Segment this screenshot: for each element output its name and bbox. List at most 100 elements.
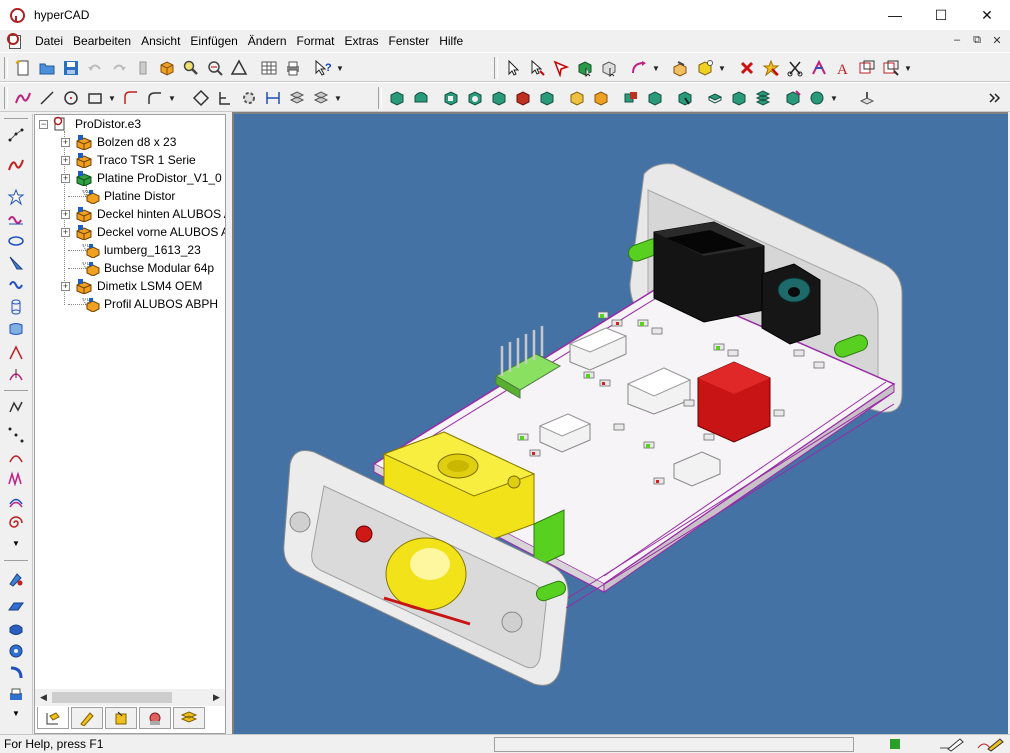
menu-fenster[interactable]: Fenster — [384, 30, 435, 52]
menu-bearbeiten[interactable]: Bearbeiten — [68, 30, 136, 52]
measure-icon[interactable] — [204, 57, 226, 79]
expand-icon[interactable]: + — [61, 155, 70, 165]
scroll-thumb[interactable] — [52, 692, 172, 703]
triangle-icon[interactable] — [228, 57, 250, 79]
tab-stack[interactable] — [173, 707, 205, 729]
solid10-icon[interactable] — [620, 87, 642, 109]
tab-features[interactable] — [71, 707, 103, 729]
solid9-icon[interactable] — [590, 87, 612, 109]
star-icon[interactable] — [5, 186, 27, 208]
expand-icon[interactable]: + — [61, 173, 70, 183]
chevron-down-icon[interactable]: ▼ — [904, 64, 912, 73]
solid1-icon[interactable] — [386, 87, 408, 109]
menu-format[interactable]: Format — [292, 30, 340, 52]
document-icon[interactable] — [6, 33, 24, 49]
cursor-icon[interactable] — [502, 57, 524, 79]
chevron-down-icon[interactable]: ▼ — [830, 94, 838, 103]
chevron-down-icon[interactable]: ▼ — [108, 94, 116, 103]
print-surface-icon[interactable] — [5, 684, 27, 706]
tree-item[interactable]: Profil ALUBOS ABPH — [81, 295, 218, 313]
chevron-down-icon[interactable]: ▼ — [168, 94, 176, 103]
chevron-down-icon[interactable]: ▼ — [334, 94, 342, 103]
box-icon[interactable] — [156, 57, 178, 79]
solid5-icon[interactable] — [488, 87, 510, 109]
boxes-icon[interactable] — [670, 57, 692, 79]
star-delete-icon[interactable] — [760, 57, 782, 79]
sketch-mode-icon[interactable] — [938, 736, 968, 752]
tree-item[interactable]: + Deckel vorne ALUBOS A — [61, 223, 225, 241]
diamond-icon[interactable] — [190, 87, 212, 109]
solid6-icon[interactable] — [512, 87, 534, 109]
minimize-button[interactable]: — — [872, 0, 918, 30]
tree-item[interactable]: Buchse Modular 64p — [81, 259, 214, 277]
toolbar-grip[interactable] — [378, 87, 382, 109]
gear-icon[interactable] — [238, 87, 260, 109]
tree-item[interactable]: + Deckel hinten ALUBOS A — [61, 205, 225, 223]
save-icon[interactable] — [60, 57, 82, 79]
tree-item[interactable]: lumberg_1613_23 — [81, 241, 201, 259]
cube-select2-icon[interactable] — [598, 57, 620, 79]
redo-icon[interactable] — [108, 57, 130, 79]
scroll-left-icon[interactable]: ◀ — [35, 689, 52, 706]
mdi-restore-button[interactable]: ⧉ — [968, 32, 986, 48]
line-icon[interactable] — [36, 87, 58, 109]
points-icon[interactable] — [5, 124, 27, 146]
open-icon[interactable] — [36, 57, 58, 79]
spiral-icon[interactable] — [5, 512, 27, 534]
expand-icon[interactable]: + — [61, 209, 70, 219]
mdi-minimize-button[interactable]: – — [948, 32, 966, 48]
maximize-button[interactable]: ☐ — [918, 0, 964, 30]
menu-extras[interactable]: Extras — [340, 30, 384, 52]
solid2-icon[interactable] — [410, 87, 432, 109]
fillet-icon[interactable] — [144, 87, 166, 109]
hand-icon[interactable] — [856, 87, 878, 109]
project-icon[interactable] — [5, 364, 27, 386]
chevron-down-icon[interactable]: ▼ — [5, 536, 27, 550]
tree-item[interactable]: + Traco TSR 1 Serie — [61, 151, 196, 169]
menu-aendern[interactable]: Ändern — [243, 30, 292, 52]
flag-icon[interactable] — [550, 57, 572, 79]
plane-icon[interactable] — [5, 596, 27, 618]
pattern2-icon[interactable] — [310, 87, 332, 109]
scroll-track[interactable] — [52, 689, 208, 706]
search-icon[interactable] — [180, 57, 202, 79]
zigzag-icon[interactable] — [5, 468, 27, 490]
solid11-icon[interactable] — [644, 87, 666, 109]
tree-item[interactable]: + Platine ProDistor_V1_0 — [61, 169, 222, 187]
shell-icon[interactable] — [5, 618, 27, 640]
cube-select-icon[interactable] — [574, 57, 596, 79]
solid8-icon[interactable] — [566, 87, 588, 109]
solid3-icon[interactable] — [440, 87, 462, 109]
new-icon[interactable] — [12, 57, 34, 79]
text-icon[interactable]: A — [832, 57, 854, 79]
help-icon[interactable]: ? — [312, 57, 334, 79]
cylinder-icon[interactable] — [5, 296, 27, 318]
surface-icon[interactable] — [5, 318, 27, 340]
expand-icon[interactable]: + — [61, 281, 70, 291]
pattern-icon[interactable] — [286, 87, 308, 109]
delete-icon[interactable] — [132, 57, 154, 79]
expand-icon[interactable]: + — [61, 137, 70, 147]
offset-icon[interactable] — [5, 490, 27, 512]
cube-yellow-icon[interactable] — [694, 57, 716, 79]
toolbar-grip[interactable] — [4, 87, 8, 109]
cross-red-icon[interactable] — [736, 57, 758, 79]
tree-item[interactable]: Platine Distor — [81, 187, 175, 205]
blend-icon[interactable] — [5, 662, 27, 684]
mdi-close-button[interactable]: ✕ — [988, 32, 1006, 48]
solid12-icon[interactable] — [674, 87, 696, 109]
select-icon[interactable] — [526, 57, 548, 79]
tree-horizontal-scrollbar[interactable]: ◀ ▶ — [35, 689, 225, 706]
chevron-down-icon[interactable]: ▼ — [336, 64, 344, 73]
chevron-down-icon[interactable]: ▼ — [5, 706, 27, 720]
collapse-icon[interactable]: − — [39, 119, 48, 129]
solid15-icon[interactable] — [752, 87, 774, 109]
spline-icon[interactable] — [12, 87, 34, 109]
tree-root[interactable]: − ProDistor.e3 — [39, 115, 141, 133]
toolbar-grip[interactable] — [494, 57, 498, 79]
cut-icon[interactable] — [784, 57, 806, 79]
revolve-icon[interactable] — [5, 640, 27, 662]
solid14-icon[interactable] — [728, 87, 750, 109]
overflow-icon[interactable] — [984, 87, 1006, 109]
menu-einfuegen[interactable]: Einfügen — [185, 30, 242, 52]
